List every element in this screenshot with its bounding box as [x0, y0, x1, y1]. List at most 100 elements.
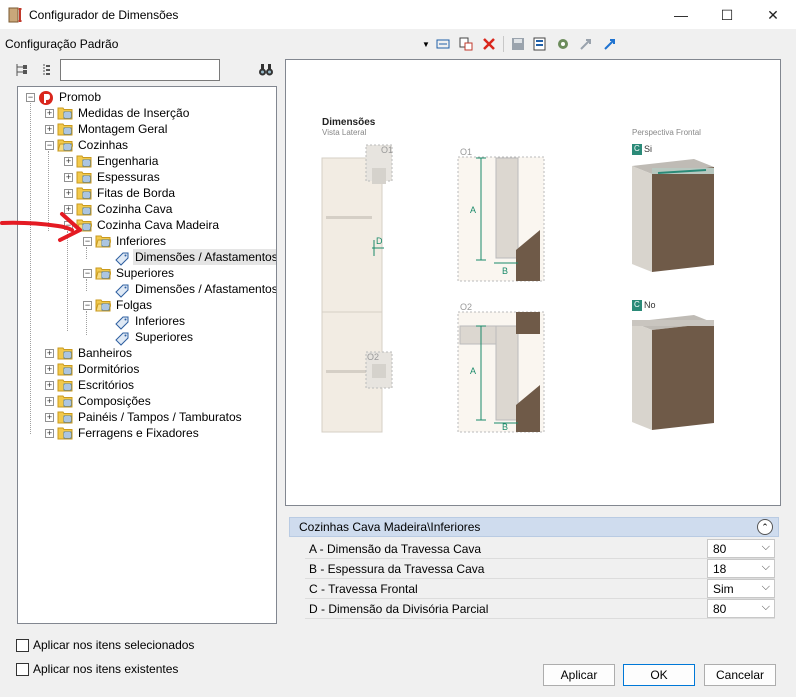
apply-existing-checkbox[interactable] — [16, 662, 29, 676]
tree-node-label: Dimensões / Afastamentos — [133, 249, 276, 265]
property-row: D - Dimensão da Divisória Parcial 80 ⌵ — [305, 599, 775, 619]
chevron-down-icon[interactable]: ⌵ — [762, 561, 770, 574]
tree-node-label: Composições — [78, 394, 151, 408]
expand-icon[interactable]: + — [64, 172, 73, 182]
expand-icon[interactable]: + — [64, 156, 73, 166]
toolbar-separator — [503, 36, 504, 52]
tree-node[interactable]: Dimensões / Afastamentos — [102, 281, 277, 298]
expand-icon[interactable]: + — [45, 412, 54, 422]
tree-panel[interactable]: − Promob + Medidas de Inserção + Montagem Ger… — [17, 86, 277, 624]
apply-selected-label: Aplicar nos itens selecionados — [33, 638, 195, 652]
tree-node[interactable]: + Ferragens e Fixadores — [45, 425, 201, 441]
tree-node[interactable]: + Dormitórios — [45, 361, 141, 377]
folder-icon — [76, 186, 92, 200]
tree-node[interactable]: − Cozinhas — [45, 137, 130, 153]
properties-icon[interactable] — [530, 34, 550, 54]
si-label: Si — [644, 144, 653, 154]
tree-node-label: Inferiores — [116, 234, 167, 248]
tree-node-label: Espessuras — [97, 170, 160, 184]
tree-node[interactable]: Superiores — [102, 329, 195, 346]
binoculars-icon[interactable] — [258, 62, 274, 81]
property-value-select[interactable]: 80 ⌵ — [707, 599, 775, 618]
tree-node[interactable]: + Painéis / Tampos / Tamburatos — [45, 409, 244, 425]
collapse-icon[interactable]: − — [45, 140, 54, 150]
property-section-header[interactable]: Cozinhas Cava Madeira\Inferiores ⌃ — [289, 517, 779, 537]
tree-node[interactable]: − Cozinha Cava Madeira — [64, 217, 221, 233]
tree-node[interactable]: + Engenharia — [64, 153, 160, 169]
collapse-icon[interactable]: − — [83, 300, 92, 310]
settings-icon[interactable] — [553, 34, 573, 54]
collapse-icon[interactable]: − — [83, 236, 92, 246]
tree-node[interactable]: + Medidas de Inserção — [45, 105, 191, 121]
tree-node[interactable]: + Escritórios — [45, 377, 136, 393]
chevron-down-icon[interactable]: ⌵ — [762, 541, 770, 554]
apply-existing-option[interactable]: Aplicar nos itens existentes — [16, 662, 178, 676]
title-bar: Configurador de Dimensões — ☐ ✕ — [0, 0, 796, 30]
apply-selected-checkbox[interactable] — [16, 638, 29, 652]
expand-icon[interactable]: + — [45, 348, 54, 358]
collapse-icon[interactable]: − — [83, 268, 92, 278]
expand-icon[interactable]: + — [45, 364, 54, 374]
expand-icon[interactable]: + — [45, 396, 54, 406]
window-title: Configurador de Dimensões — [29, 8, 179, 22]
maximize-button[interactable]: ☐ — [704, 0, 750, 30]
folder-icon — [57, 410, 73, 424]
expand-icon[interactable]: + — [45, 428, 54, 438]
folder-icon — [57, 122, 73, 136]
expand-icon[interactable]: + — [45, 124, 54, 134]
save-icon[interactable] — [508, 34, 528, 54]
collapse-icon[interactable]: − — [26, 92, 35, 102]
expand-icon[interactable]: + — [45, 380, 54, 390]
tree-node[interactable]: + Espessuras — [64, 169, 162, 185]
ok-button[interactable]: OK — [623, 664, 695, 686]
chevron-down-icon[interactable]: ⌵ — [762, 601, 770, 614]
expand-icon[interactable]: + — [64, 188, 73, 198]
tree-search-input[interactable] — [60, 59, 220, 81]
property-value: 80 — [713, 602, 727, 616]
collapse-section-icon[interactable]: ⌃ — [757, 519, 773, 535]
chevron-down-icon[interactable]: ⌵ — [762, 581, 770, 594]
property-row: B - Espessura da Travessa Cava 18 ⌵ — [305, 559, 775, 579]
tree-node[interactable]: + Banheiros — [45, 345, 134, 361]
tag-icon — [114, 250, 130, 266]
property-value-select[interactable]: 80 ⌵ — [707, 539, 775, 558]
tree-node[interactable]: Inferiores — [102, 313, 187, 330]
dim-b-label-2: B — [502, 422, 509, 432]
insert-dimension-icon[interactable] — [433, 34, 453, 54]
folder-open-icon — [95, 266, 112, 280]
tree-node[interactable]: Dimensões / Afastamentos — [102, 249, 276, 266]
apply-button[interactable]: Aplicar — [543, 664, 615, 686]
tree-node[interactable]: − Inferiores — [83, 233, 168, 249]
folder-icon — [76, 170, 92, 184]
apply-selected-option[interactable]: Aplicar nos itens selecionados — [16, 638, 194, 652]
tree-node-label: Cozinhas — [78, 138, 129, 152]
arrow-up-icon[interactable] — [576, 34, 596, 54]
tree-node[interactable]: + Montagem Geral — [45, 121, 169, 137]
folder-open-icon — [95, 298, 112, 312]
tree-node[interactable]: + Composições — [45, 393, 153, 409]
tree-node-label: Superiores — [116, 266, 175, 280]
tree-node-label: Superiores — [135, 330, 194, 344]
tree-node[interactable]: + Fitas de Borda — [64, 185, 177, 201]
arrow-down-icon[interactable] — [600, 34, 620, 54]
delete-icon[interactable] — [479, 34, 499, 54]
folder-open-icon — [57, 138, 74, 152]
property-value-select[interactable]: Sim ⌵ — [707, 579, 775, 598]
copy-icon[interactable] — [456, 34, 476, 54]
minimize-button[interactable]: — — [658, 0, 704, 30]
tree-node-label: Inferiores — [135, 314, 186, 328]
close-button[interactable]: ✕ — [750, 0, 796, 30]
tree-node-label: Cozinha Cava Madeira — [97, 218, 220, 232]
expand-all-icon[interactable] — [14, 62, 30, 81]
tree-node-label: Dimensões / Afastamentos — [135, 282, 277, 296]
tree-node[interactable]: − Superiores — [83, 265, 176, 281]
expand-icon[interactable]: + — [45, 108, 54, 118]
folder-icon — [76, 154, 92, 168]
property-value-select[interactable]: 18 ⌵ — [707, 559, 775, 578]
tag-icon — [114, 330, 130, 346]
cancel-button[interactable]: Cancelar — [704, 664, 776, 686]
tree-node[interactable]: − Folgas — [83, 297, 154, 313]
tree-node-label: Fitas de Borda — [97, 186, 176, 200]
collapse-all-icon[interactable] — [39, 62, 55, 81]
tree-node[interactable]: − Promob — [26, 89, 103, 105]
